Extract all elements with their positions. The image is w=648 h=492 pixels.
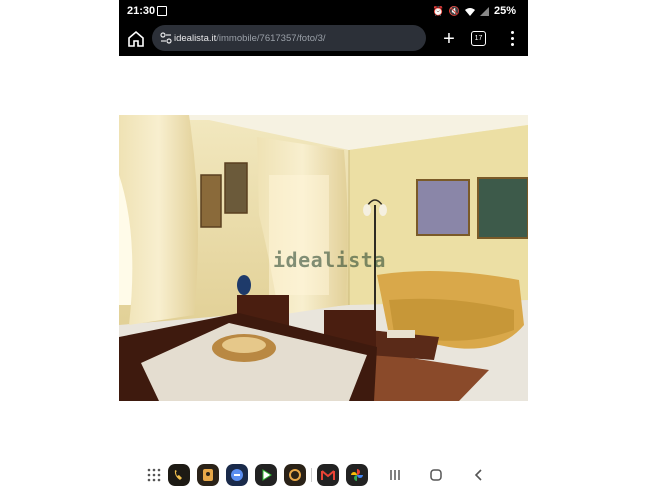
battery-level: 25% — [493, 5, 516, 17]
mute-icon: 🔇 — [448, 5, 460, 16]
signal-icon — [479, 6, 489, 16]
painting-2 — [224, 162, 248, 214]
navigation-bar — [119, 462, 528, 490]
recents-button[interactable] — [384, 464, 406, 486]
url-path: /immobile/7617357/foto/3/ — [216, 33, 326, 44]
messages-app-icon[interactable] — [226, 464, 248, 486]
app-drawer-icon[interactable] — [143, 464, 165, 486]
site-settings-icon[interactable] — [160, 32, 172, 44]
more-menu-icon[interactable] — [507, 28, 517, 50]
home-button[interactable] — [425, 464, 447, 486]
url-bar[interactable]: idealista.it/immobile/7617357/foto/3/ — [152, 25, 426, 51]
new-tab-button[interactable]: + — [437, 27, 461, 51]
contacts-app-icon[interactable] — [197, 464, 219, 486]
wifi-icon — [464, 7, 475, 16]
phone-screen: 21:30 ⏰ 🔇 25% idealista.it/immobile/7617… — [119, 0, 528, 492]
gmail-app-icon[interactable] — [317, 464, 339, 486]
painting-1 — [200, 174, 222, 228]
url-host: idealista.it — [174, 33, 217, 44]
url-text: idealista.it/immobile/7617357/foto/3/ — [174, 33, 326, 44]
home-icon[interactable] — [125, 28, 147, 50]
play-store-app-icon[interactable] — [255, 464, 277, 486]
painting-4 — [477, 177, 528, 239]
back-button[interactable] — [468, 464, 490, 486]
gallery-icon — [157, 6, 167, 16]
camera-app-icon[interactable] — [284, 464, 306, 486]
status-time: 21:30 — [127, 5, 156, 17]
dock-divider — [311, 468, 312, 482]
browser-toolbar: idealista.it/immobile/7617357/foto/3/ + … — [119, 22, 528, 56]
idealista-watermark: idealista — [273, 248, 386, 272]
photos-app-icon[interactable] — [346, 464, 368, 486]
painting-3 — [416, 179, 470, 236]
property-photo[interactable]: idealista — [119, 115, 528, 401]
alarm-icon: ⏰ — [432, 5, 444, 16]
phone-app-icon[interactable] — [168, 464, 190, 486]
status-bar: 21:30 ⏰ 🔇 25% — [119, 0, 528, 22]
tab-switcher-button[interactable]: 17 — [471, 31, 486, 46]
